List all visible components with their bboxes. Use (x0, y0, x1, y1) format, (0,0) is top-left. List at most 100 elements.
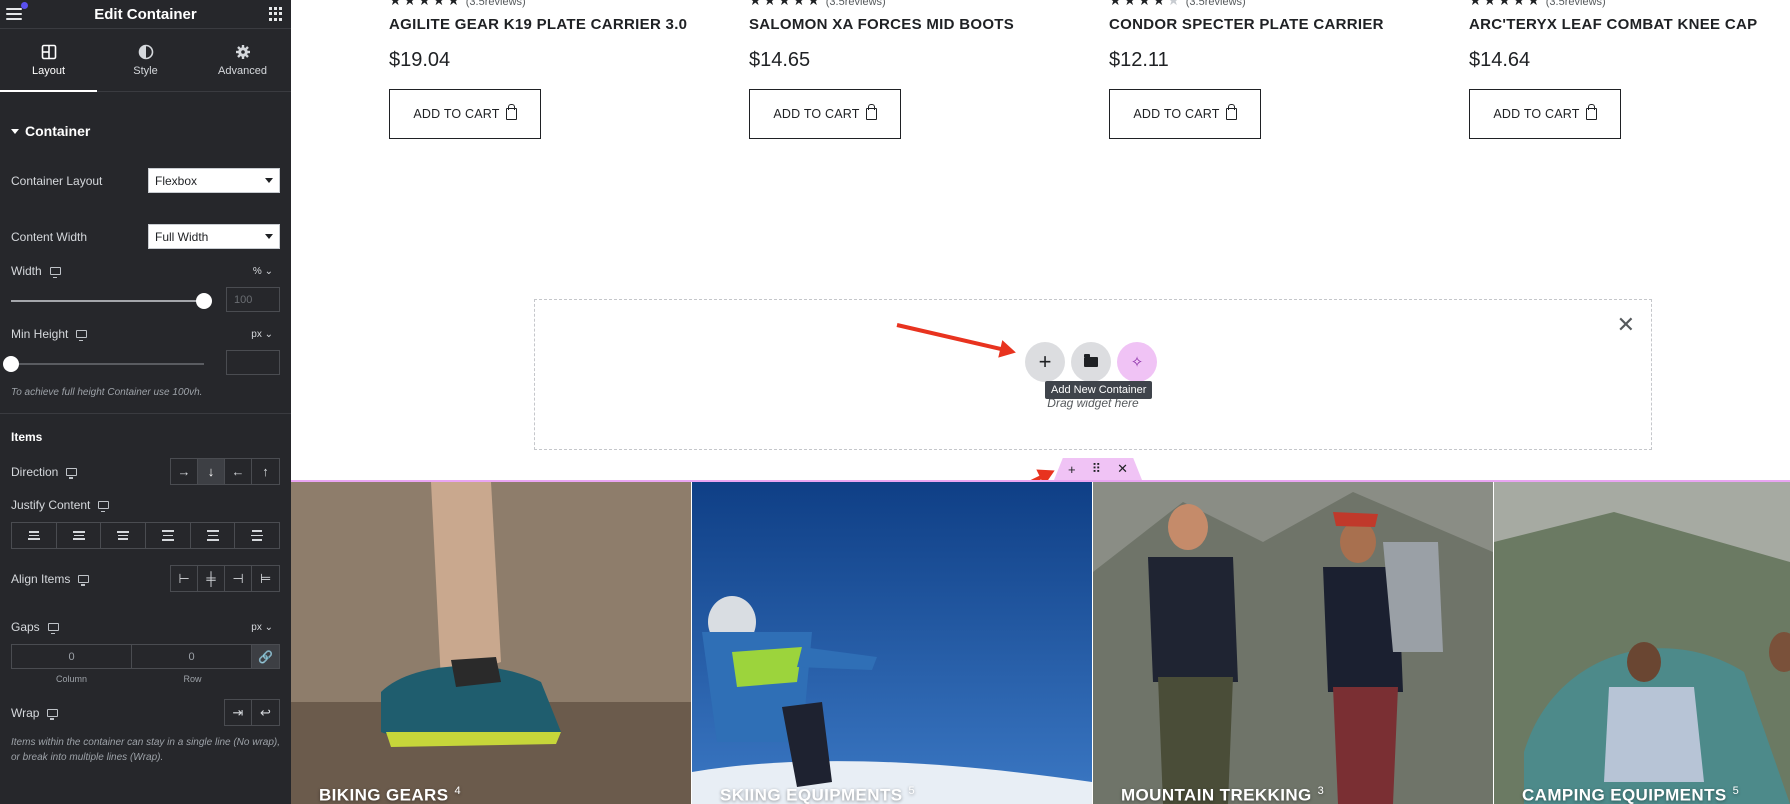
width-input[interactable]: 100 (226, 287, 280, 312)
width-label: Width (11, 264, 42, 278)
wrap-row: Wrap ⇥ ↩ (11, 699, 280, 726)
product-name[interactable]: AGILITE GEAR K19 PLATE CARRIER 3.0 (389, 16, 687, 33)
sparkle-icon: ✧ (1130, 354, 1144, 371)
add-to-cart-button[interactable]: ADD TO CART (389, 89, 541, 139)
min-height-unit: px (251, 328, 262, 340)
align-end-button[interactable]: ⊣ (225, 566, 252, 591)
desktop-icon[interactable] (78, 574, 90, 586)
link-icon[interactable]: 🔗 (252, 645, 279, 668)
category-tile[interactable]: BIKING GEARS 4 (291, 482, 691, 804)
align-end-icon: ⊣ (232, 570, 244, 586)
desktop-icon[interactable] (47, 708, 59, 720)
add-to-cart-label: ADD TO CART (1133, 107, 1220, 121)
direction-row-reverse-button[interactable]: ← (225, 459, 252, 484)
align-start-icon: ⊢ (178, 570, 190, 586)
justify-content-row: Justify Content (11, 496, 280, 514)
review-count: (3.5reviews) (465, 0, 526, 8)
justify-center-button[interactable] (57, 523, 102, 548)
add-to-cart-label: ADD TO CART (1493, 107, 1580, 121)
align-items-row: Align Items ⊢ ╪ ⊣ ⊨ (11, 565, 280, 592)
desktop-icon[interactable] (76, 330, 88, 341)
slider-fill (11, 299, 204, 302)
direction-row: Direction → ↓ ← ↑ (11, 458, 280, 485)
empty-container-dropzone[interactable]: ✕ + ✧ Drag widget here Add New Container (534, 299, 1652, 450)
gaps-unit-select[interactable]: px ⌄ (251, 622, 273, 633)
product-name[interactable]: SALOMON XA FORCES MID BOOTS (749, 16, 1014, 33)
wrap-label: Wrap (11, 705, 40, 720)
gap-row-input[interactable]: 0 (132, 645, 252, 668)
tab-advanced[interactable]: Advanced (194, 29, 291, 91)
gap-column-input[interactable]: 0 (12, 645, 132, 668)
min-height-label: Min Height (11, 327, 69, 341)
drag-handle-icon[interactable]: ⠿ (1092, 461, 1102, 477)
add-new-container-button[interactable]: + (1025, 342, 1065, 382)
justify-end-button[interactable] (101, 523, 147, 548)
direction-column-reverse-button[interactable]: ↑ (252, 459, 279, 484)
desktop-icon[interactable] (49, 267, 61, 278)
wrap-hint: Items within the container can stay in a… (11, 737, 281, 763)
category-tile[interactable]: MOUNTAIN TREKKING 3 (1093, 482, 1493, 804)
width-slider[interactable] (11, 292, 212, 309)
align-start-button[interactable]: ⊢ (171, 566, 198, 591)
category-count: 3 (1317, 785, 1325, 798)
product-name[interactable]: ARC'TERYX LEAF COMBAT KNEE CAP (1469, 16, 1757, 33)
min-height-input[interactable] (226, 350, 280, 375)
justify-start-icon (27, 531, 40, 540)
tab-style[interactable]: Style (97, 29, 194, 91)
category-label: SKIING EQUIPMENTS 5 (720, 785, 915, 804)
container-layout-select[interactable]: Flexbox (148, 168, 280, 193)
widgets-grid-icon[interactable] (268, 7, 283, 21)
close-icon[interactable]: ✕ (1617, 314, 1635, 336)
wrap-button[interactable]: ↩ (252, 700, 279, 725)
min-height-slider[interactable] (3, 355, 204, 372)
add-to-cart-button[interactable]: ADD TO CART (1469, 89, 1621, 139)
category-count: 5 (1732, 785, 1740, 798)
slider-thumb[interactable] (3, 355, 19, 372)
content-width-select[interactable]: Full Width (148, 224, 280, 249)
tab-label: Style (133, 64, 158, 77)
tab-layout[interactable]: Layout (0, 29, 97, 92)
add-section-icon[interactable]: + (1068, 462, 1076, 477)
justify-space-between-button[interactable] (146, 523, 191, 548)
camping-image (1494, 482, 1790, 804)
justify-end-icon (117, 531, 130, 540)
gap-row-label: Row (183, 674, 202, 684)
layout-icon (41, 44, 56, 59)
justify-start-button[interactable] (12, 523, 57, 548)
category-tile[interactable]: SKIING EQUIPMENTS 5 (692, 482, 1092, 804)
justify-space-evenly-button[interactable] (235, 523, 279, 548)
section-toggle-container[interactable]: Container (0, 107, 291, 155)
half-circle-icon (138, 44, 153, 59)
direction-column-button[interactable]: ↓ (198, 459, 225, 484)
justify-content-options-row (11, 522, 280, 549)
delete-section-icon[interactable]: ✕ (1117, 461, 1128, 477)
gaps-label: Gaps (11, 620, 40, 634)
page-canvas: ★★★★★ (3.5reviews) AGILITE GEAR K19 PLATE… (291, 0, 1790, 804)
justify-space-between-icon (161, 530, 174, 541)
category-tile[interactable]: CAMPING EQUIPMENTS 5 (1494, 482, 1790, 804)
direction-row-button[interactable]: → (171, 459, 198, 484)
justify-space-around-button[interactable] (191, 523, 236, 548)
product-price: $12.11 (1109, 49, 1169, 71)
min-height-unit-select[interactable]: px ⌄ (251, 329, 273, 340)
ai-assistant-button[interactable]: ✧ (1117, 342, 1157, 382)
desktop-icon[interactable] (66, 467, 78, 479)
align-center-button[interactable]: ╪ (198, 566, 225, 591)
desktop-icon[interactable] (98, 501, 110, 512)
gap-labels: Column Row (11, 674, 253, 684)
add-template-button[interactable] (1071, 342, 1111, 382)
rating-stars: ★★★★★ (3.5reviews) (1469, 0, 1606, 9)
items-heading: Items (11, 430, 43, 444)
align-stretch-button[interactable]: ⊨ (252, 566, 279, 591)
add-to-cart-button[interactable]: ADD TO CART (749, 89, 901, 139)
add-to-cart-button[interactable]: ADD TO CART (1109, 89, 1261, 139)
width-unit-select[interactable]: % ⌄ (253, 266, 273, 277)
product-name[interactable]: CONDOR SPECTER PLATE CARRIER (1109, 16, 1384, 33)
category-name: SKIING EQUIPMENTS (720, 786, 903, 804)
menu-icon[interactable] (6, 2, 28, 20)
trekking-image (1093, 482, 1493, 804)
desktop-icon[interactable] (47, 623, 59, 634)
caret-down-icon (265, 234, 273, 239)
slider-thumb[interactable] (196, 292, 212, 309)
no-wrap-button[interactable]: ⇥ (225, 700, 252, 725)
